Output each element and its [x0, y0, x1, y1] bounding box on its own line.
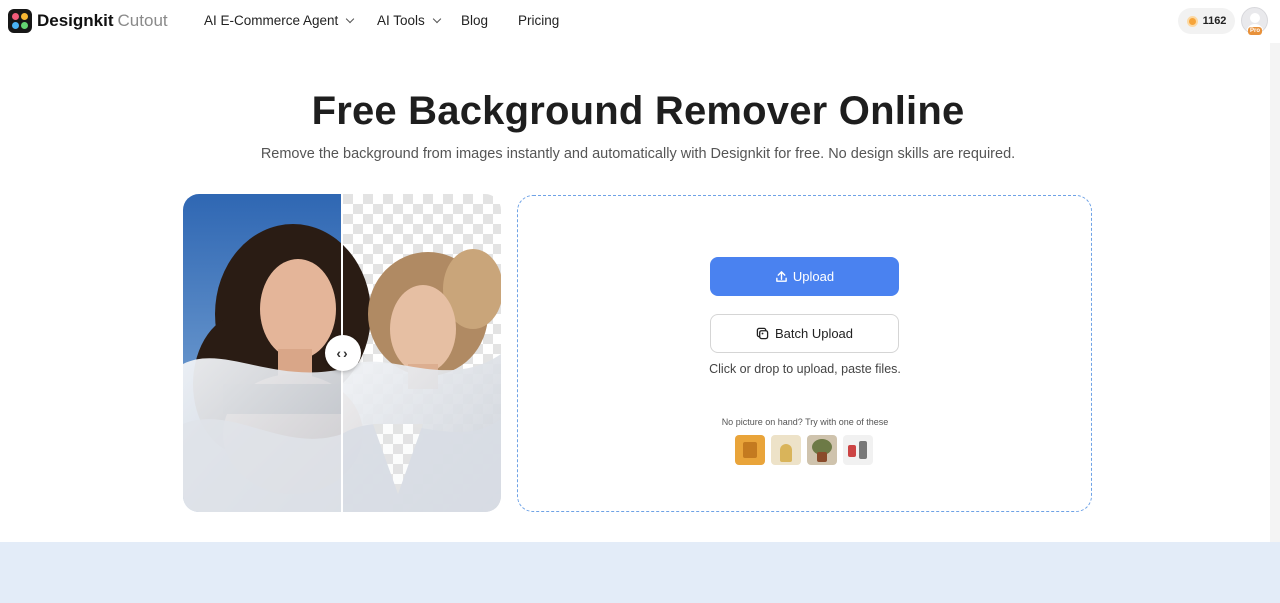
- credits-count: 1162: [1202, 15, 1227, 27]
- chevron-down-icon: [346, 14, 355, 24]
- nav-pricing[interactable]: Pricing: [518, 13, 559, 29]
- top-nav-bar: Designkit Cutout AI E-Commerce Agent AI T…: [0, 0, 1280, 42]
- nav-ai-ecommerce-agent[interactable]: AI E-Commerce Agent: [204, 13, 355, 29]
- credits-badge[interactable]: 1162: [1178, 8, 1235, 34]
- nav-blog[interactable]: Blog: [461, 13, 488, 29]
- sample-image-4[interactable]: [843, 435, 873, 465]
- nav-ai-tools[interactable]: AI Tools: [377, 13, 442, 29]
- compare-arrows-icon[interactable]: ‹›: [325, 335, 361, 371]
- avatar-icon: [1250, 13, 1260, 23]
- upload-button[interactable]: Upload: [710, 257, 899, 296]
- chevron-down-icon: [432, 14, 442, 24]
- sample-image-3[interactable]: [807, 435, 837, 465]
- coin-icon: [1186, 15, 1198, 27]
- designkit-logo-icon[interactable]: [8, 9, 32, 33]
- upload-hint: Click or drop to upload, paste files.: [709, 362, 901, 376]
- batch-upload-button[interactable]: Batch Upload: [710, 314, 899, 353]
- brand-name[interactable]: Designkit Cutout: [37, 10, 168, 32]
- next-section-band: [0, 542, 1280, 603]
- page-subtitle: Remove the background from images instan…: [260, 146, 1016, 162]
- batch-upload-icon: [756, 327, 769, 340]
- sample-images-prompt: No picture on hand? Try with one of thes…: [721, 417, 889, 427]
- scrollbar[interactable]: [1270, 43, 1280, 542]
- page-title: Free Background Remover Online: [311, 89, 965, 133]
- upload-icon: [776, 271, 787, 282]
- pro-badge: Pro: [1248, 27, 1263, 35]
- sample-image-1[interactable]: [735, 435, 765, 465]
- sample-image-2[interactable]: [771, 435, 801, 465]
- upload-dropzone[interactable]: [517, 195, 1092, 512]
